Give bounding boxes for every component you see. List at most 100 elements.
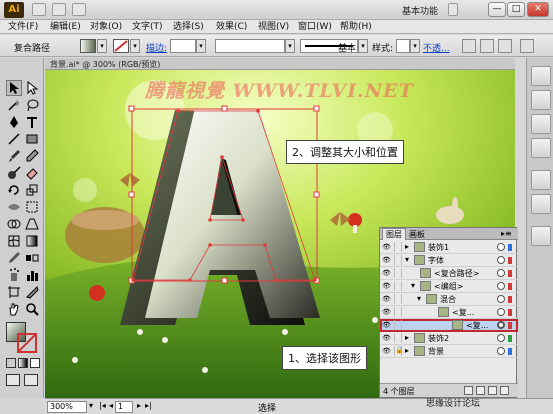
pen-tool-icon[interactable]	[6, 114, 22, 130]
menu-effect[interactable]: 效果(C)	[216, 21, 247, 33]
minimize-button[interactable]: —	[488, 2, 506, 17]
tab-layers[interactable]: 图层	[382, 228, 406, 240]
next-artboard-icon[interactable]: ▸	[137, 401, 141, 410]
previous-artboard-icon[interactable]: ◂	[109, 401, 113, 410]
expand-arrow-icon[interactable]: ▾	[411, 281, 415, 290]
selection-tool-icon[interactable]	[6, 80, 22, 96]
locate-object-icon[interactable]	[464, 386, 473, 395]
stroke-weight-input[interactable]	[170, 39, 196, 53]
layer-row[interactable]: 👁 ▸ 装饰2	[380, 332, 518, 345]
expand-arrow-icon[interactable]: ▸	[405, 242, 409, 251]
blob-brush-tool-icon[interactable]	[6, 165, 22, 181]
target-circle-icon[interactable]	[497, 295, 505, 303]
last-artboard-icon[interactable]: ▸|	[145, 401, 152, 410]
symbol-sprayer-tool-icon[interactable]	[6, 267, 22, 283]
lock-toggle[interactable]	[394, 255, 402, 265]
workspace-switcher[interactable]: 基本功能	[402, 4, 438, 17]
layer-row[interactable]: 👁 <复...	[380, 306, 518, 319]
bounding-box[interactable]	[131, 108, 318, 282]
gradient-tool-icon[interactable]	[24, 233, 40, 249]
type-tool-icon[interactable]	[24, 114, 40, 130]
expand-arrow-icon[interactable]: ▸	[405, 346, 409, 355]
draw-mode-button[interactable]	[6, 374, 20, 386]
new-sublayer-icon[interactable]	[488, 386, 497, 395]
slice-tool-icon[interactable]	[24, 284, 40, 300]
lock-toggle[interactable]	[394, 281, 402, 291]
width-tool-icon[interactable]	[6, 199, 22, 215]
menu-view[interactable]: 视图(V)	[258, 21, 289, 33]
lasso-tool-icon[interactable]	[24, 97, 40, 113]
visibility-eye-icon[interactable]: 👁	[382, 334, 391, 342]
layer-row[interactable]: 👁 ▸ 装饰1	[380, 241, 518, 254]
handle-top-right[interactable]	[313, 105, 320, 112]
lock-icon[interactable]: 🔒	[394, 346, 404, 356]
layout-icon[interactable]	[72, 3, 86, 16]
handle-middle-right[interactable]	[313, 191, 320, 198]
column-graph-tool-icon[interactable]	[24, 267, 40, 283]
symbols-panel-icon[interactable]	[531, 138, 551, 158]
rectangle-tool-icon[interactable]	[24, 131, 40, 147]
graphic-style-swatch[interactable]	[396, 39, 410, 53]
menu-select[interactable]: 选择(S)	[173, 21, 204, 33]
rotate-tool-icon[interactable]	[6, 182, 22, 198]
menu-window[interactable]: 窗口(W)	[298, 21, 332, 33]
stroke-panel-icon[interactable]	[531, 170, 551, 190]
current-tool-status[interactable]: 选择	[258, 401, 276, 414]
fill-dropdown[interactable]: ▾	[97, 39, 107, 53]
panel-menu-icon[interactable]: ▸≡	[498, 229, 515, 238]
brush-dropdown[interactable]: ▾	[358, 39, 368, 53]
make-clipping-mask-icon[interactable]	[476, 386, 485, 395]
scale-tool-icon[interactable]	[24, 182, 40, 198]
magic-wand-tool-icon[interactable]	[6, 97, 22, 113]
variable-width-select[interactable]	[215, 39, 285, 53]
target-circle-icon[interactable]	[497, 347, 505, 355]
layer-row[interactable]: 👁 ▾ <编组>	[380, 280, 518, 293]
menu-object[interactable]: 对象(O)	[90, 21, 122, 33]
gradient-mode-button[interactable]	[18, 358, 28, 368]
handle-top-left[interactable]	[128, 105, 135, 112]
menu-help[interactable]: 帮助(H)	[340, 21, 372, 33]
first-artboard-icon[interactable]: |◂	[99, 401, 106, 410]
hand-tool-icon[interactable]	[6, 301, 22, 317]
visibility-eye-icon[interactable]: 👁	[382, 243, 391, 251]
layer-row[interactable]: 👁 🔒 ▸ 背景	[380, 345, 518, 358]
screen-mode-button[interactable]	[24, 374, 38, 386]
transform-button[interactable]	[498, 39, 512, 53]
close-button[interactable]: ✕	[527, 2, 549, 17]
opacity-link[interactable]: 不透...	[423, 41, 450, 54]
color-panel-icon[interactable]	[531, 66, 551, 86]
expand-arrow-icon[interactable]: ▾	[405, 255, 409, 264]
menu-edit[interactable]: 编辑(E)	[50, 21, 81, 33]
stroke-weight-label[interactable]: 描边:	[146, 41, 167, 54]
paintbrush-tool-icon[interactable]	[6, 148, 22, 164]
mesh-tool-icon[interactable]	[6, 233, 22, 249]
target-circle-icon[interactable]	[497, 308, 505, 316]
visibility-eye-icon[interactable]: 👁	[382, 282, 391, 290]
handle-top-middle[interactable]	[221, 105, 228, 112]
stroke-color-swatch[interactable]	[17, 333, 37, 353]
artboard-number-field[interactable]: 1	[115, 401, 133, 413]
eraser-tool-icon[interactable]	[24, 165, 40, 181]
visibility-eye-icon[interactable]: 👁	[382, 295, 391, 303]
maximize-button[interactable]: □	[507, 2, 525, 17]
eyedropper-tool-icon[interactable]	[6, 250, 22, 266]
line-segment-tool-icon[interactable]	[6, 131, 22, 147]
visibility-eye-icon[interactable]: 👁	[382, 256, 391, 264]
lock-toggle[interactable]	[394, 320, 402, 330]
visibility-eye-icon[interactable]: 👁	[382, 269, 391, 277]
target-circle-icon[interactable]	[497, 269, 505, 277]
menu-file[interactable]: 文件(F)	[8, 21, 38, 33]
pencil-tool-icon[interactable]	[24, 148, 40, 164]
layer-row[interactable]: 👁 <复合路径>	[380, 267, 518, 280]
panel-menu-button[interactable]	[520, 39, 534, 53]
bridge-icon[interactable]	[32, 3, 46, 16]
free-transform-tool-icon[interactable]	[24, 199, 40, 215]
shape-builder-tool-icon[interactable]	[6, 216, 22, 232]
recolor-button[interactable]	[462, 39, 476, 53]
expand-arrow-icon[interactable]: ▾	[417, 294, 421, 303]
target-circle-icon[interactable]	[497, 243, 505, 251]
stroke-swatch[interactable]	[113, 39, 129, 53]
handle-middle-left[interactable]	[128, 191, 135, 198]
perspective-grid-tool-icon[interactable]	[24, 216, 40, 232]
artboard-tool-icon[interactable]	[6, 284, 22, 300]
